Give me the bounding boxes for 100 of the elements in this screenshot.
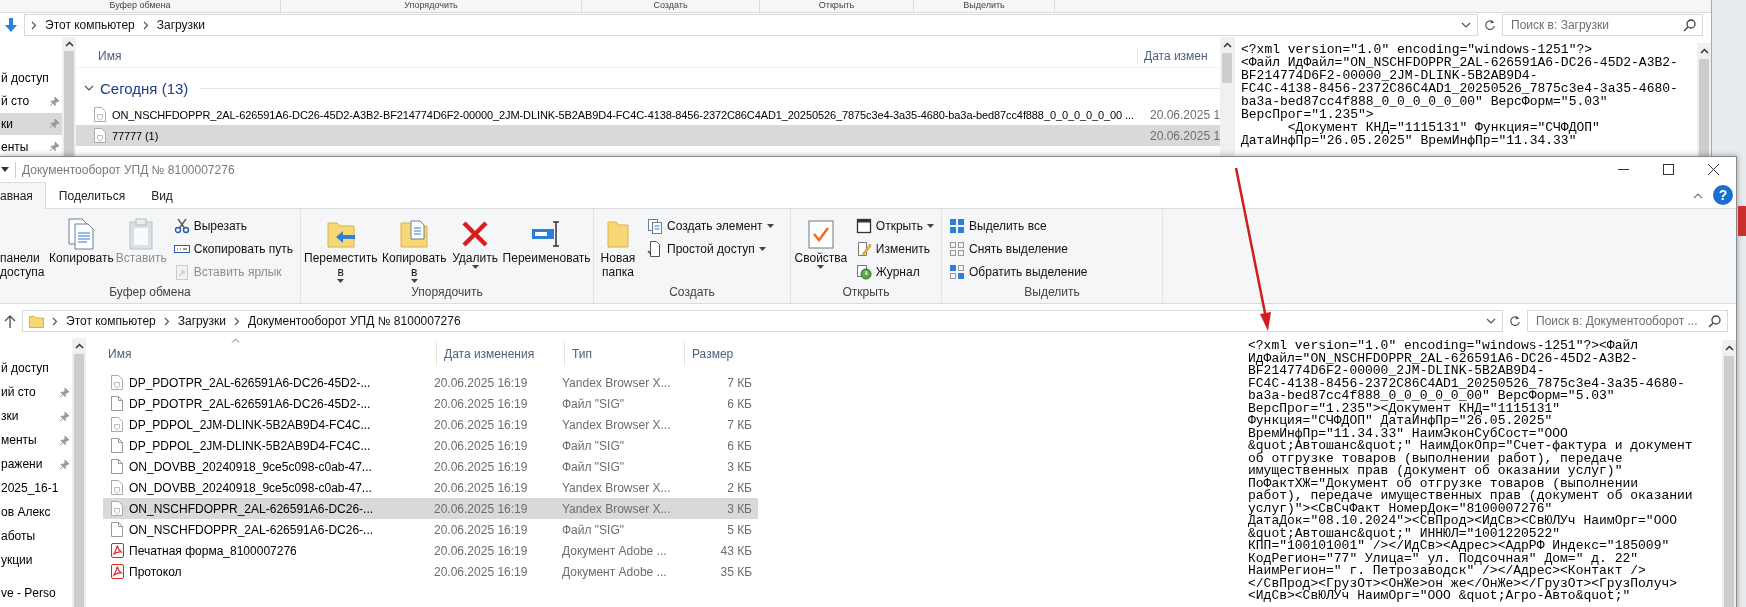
navigation-item[interactable]: аботы	[0, 524, 72, 548]
navigation-item[interactable]: ки	[0, 112, 62, 136]
pin-icon	[58, 434, 70, 446]
file-name: DP_PDOTPR_2AL-626591A6-DC26-45D2-...	[129, 375, 372, 390]
file-row[interactable]: DP_PDOTPR_2AL-626591A6-DC26-45D2-... 20.06.2025 16:19 Yandex Browser X... 7 КБ	[103, 372, 758, 393]
group-header[interactable]: Сегодня (13)	[76, 76, 1220, 100]
scrollbar[interactable]	[72, 338, 86, 607]
scroll-thumb[interactable]	[1699, 59, 1709, 158]
scroll-up-icon[interactable]	[1222, 42, 1232, 48]
dropdown-icon[interactable]	[1461, 22, 1471, 28]
refresh-icon[interactable]	[1484, 19, 1496, 31]
ribbon-button[interactable]: Переименовать	[504, 213, 589, 267]
breadcrumb[interactable]: Загрузки	[156, 18, 206, 32]
file-size: 43 КБ	[719, 543, 752, 558]
file-row[interactable]: Протокол 20.06.2025 16:19 Документ Adobe ... 35 КБ	[103, 561, 758, 582]
file-row[interactable]: Печатная форма_8100007276 20.06.2025 16:19 Документ Adobe ... 43 КБ	[103, 540, 758, 561]
scrollbar[interactable]	[1697, 43, 1711, 158]
scroll-thumb[interactable]	[74, 354, 84, 607]
address-bar[interactable]: Этот компьютер Загрузки Документооборот УПД № 8100007276	[22, 310, 1503, 332]
breadcrumb[interactable]: Этот компьютер	[45, 18, 135, 32]
scrollbar[interactable]	[1220, 37, 1234, 158]
grid-icon	[949, 241, 965, 257]
ribbon-button[interactable]: Удалить	[452, 213, 499, 271]
file-row[interactable]: 77777 (1) 20.06.2025 1	[76, 125, 1220, 146]
file-date: 20.06.2025 16:19	[434, 375, 529, 390]
folder-icon	[605, 218, 631, 250]
clipboard-icon	[128, 218, 155, 250]
chevron-icon	[163, 316, 170, 326]
ribbon-button[interactable]: Свойства	[795, 213, 847, 271]
ribbon-button[interactable]: Копировать в	[382, 213, 446, 285]
column-header[interactable]: Размер	[684, 342, 756, 366]
search-field[interactable]: Поиск в: Документооборот ...	[1527, 310, 1728, 332]
scroll-up-icon[interactable]	[74, 343, 84, 349]
refresh-icon[interactable]	[1509, 315, 1521, 327]
ribbon-button[interactable]: Снять выделение	[946, 238, 1091, 260]
breadcrumb[interactable]: Этот компьютер	[66, 314, 156, 328]
scroll-thumb[interactable]	[64, 51, 74, 158]
ribbon-button[interactable]: Переместить в	[305, 213, 377, 285]
column-header[interactable]: Имя	[103, 342, 436, 366]
ribbon-button[interactable]: панели доступа	[0, 213, 46, 281]
ribbon-button[interactable]: Открыть	[852, 215, 937, 237]
file-row[interactable]: DP_PDPOL_2JM-DLINK-5B2AB9D4-FC4C... 20.06.2025 16:19 Файл "SIG" 6 КБ	[103, 435, 758, 456]
scroll-thumb[interactable]	[1222, 53, 1232, 83]
column-header[interactable]: Дата изменения	[436, 342, 564, 366]
ribbon-button[interactable]: Создать элемент	[644, 215, 777, 237]
file-row[interactable]: DP_PDPOL_2JM-DLINK-5B2AB9D4-FC4C... 20.06.2025 16:19 Yandex Browser X... 7 КБ	[103, 414, 758, 435]
file-row[interactable]: ON_NSCHFDOPPR_2AL-626591A6-DC26-45D2-A3B2-BF214774D6F2-00000_2JM-DLINK-5B2AB9D4-FC4C-4138-8456-2372C86C4AD1_20250526_7875c3e4-3a35-4680-ba3a-bed87cc4f888_0_0_0_0_0_00 ... 20.06.2025 1	[76, 104, 1220, 125]
scrollbar[interactable]	[1722, 340, 1736, 607]
pin-icon	[58, 386, 70, 398]
scroll-up-icon[interactable]	[1699, 48, 1709, 54]
file-row[interactable]: ON_NSCHFDOPPR_2AL-626591A6-DC26-... 20.06.2025 16:19 Файл "SIG" 5 КБ	[103, 519, 758, 540]
scroll-up-icon[interactable]	[1724, 345, 1734, 351]
ribbon-button[interactable]: Выделить все	[946, 215, 1091, 237]
caret-icon[interactable]	[1, 167, 9, 172]
up-arrow-icon[interactable]	[4, 314, 16, 328]
help-button[interactable]: ?	[1713, 185, 1733, 205]
breadcrumb[interactable]: Загрузки	[177, 314, 227, 328]
ribbon-tab[interactable]: авная	[0, 182, 46, 209]
search-icon[interactable]	[1708, 314, 1721, 328]
navigation-item[interactable]: ve - Perso	[0, 581, 72, 605]
file-row[interactable]: ON_DOVBB_20240918_9ce5c098-c0ab-47... 20.06.2025 16:19 Yandex Browser X... 2 КБ	[103, 477, 758, 498]
search-field[interactable]: Поиск в: Загрузки	[1502, 14, 1703, 36]
navigation-item[interactable]: ий сто	[0, 380, 72, 404]
breadcrumb[interactable]: Документооборот УПД № 8100007276	[248, 314, 461, 328]
ribbon-button[interactable]: Журнал	[852, 261, 937, 283]
ribbon-button[interactable]: Обратить выделение	[946, 261, 1091, 283]
navigation-item[interactable]: й сто	[0, 89, 62, 113]
navigation-item[interactable]: зки	[0, 404, 72, 428]
scrollbar[interactable]	[62, 37, 76, 158]
caret-icon	[758, 247, 766, 251]
ribbon-button[interactable]: Изменить	[852, 238, 937, 260]
address-bar[interactable]: Этот компьютер Загрузки	[24, 14, 1478, 36]
navigation-item[interactable]: ов Алекс	[0, 500, 72, 524]
scroll-up-icon[interactable]	[64, 41, 74, 48]
ribbon-group-label: Выделить	[1023, 285, 1081, 301]
navigation-item[interactable]: й доступ	[0, 67, 62, 90]
file-type: Документ Adobe ...	[562, 543, 668, 558]
navigation-item[interactable]: й доступ	[0, 356, 72, 380]
search-icon[interactable]	[1683, 18, 1696, 32]
ribbon-button[interactable]: Новая папка	[598, 213, 638, 281]
column-header[interactable]: Тип	[564, 342, 684, 366]
ribbon-button[interactable]: Копировать	[50, 213, 112, 267]
ribbon-button[interactable]: Простой доступ	[644, 238, 777, 260]
ribbon-button[interactable]: Вырезать	[170, 215, 296, 237]
scroll-thumb[interactable]	[1724, 356, 1734, 607]
navigation-item[interactable]: ражени	[0, 452, 72, 476]
close-icon[interactable]	[1708, 164, 1719, 175]
column-header[interactable]: Имя	[98, 49, 1137, 63]
file-row[interactable]: DP_PDOTPR_2AL-626591A6-DC26-45D2-... 20.06.2025 16:19 Файл "SIG" 6 КБ	[103, 393, 758, 414]
collapse-icon[interactable]	[1693, 193, 1703, 199]
file-row[interactable]: ON_DOVBB_20240918_9ce5c098-c0ab-47... 20.06.2025 16:19 Файл "SIG" 3 КБ	[103, 456, 758, 477]
file-row[interactable]: ON_NSCHFDOPPR_2AL-626591A6-DC26-... 20.06.2025 16:19 Yandex Browser X... 3 КБ	[103, 498, 758, 519]
maximize-icon[interactable]	[1663, 164, 1674, 175]
navigation-item[interactable]: менты	[0, 428, 72, 452]
dropdown-icon[interactable]	[1486, 318, 1496, 324]
navigation-item[interactable]: укции	[0, 548, 72, 572]
navigation-item[interactable]: 2025_16-1	[0, 476, 72, 500]
ribbon-button[interactable]: Скопировать путь	[170, 238, 296, 260]
caret-icon	[927, 224, 934, 228]
navigation-item[interactable]: енты	[0, 135, 62, 158]
